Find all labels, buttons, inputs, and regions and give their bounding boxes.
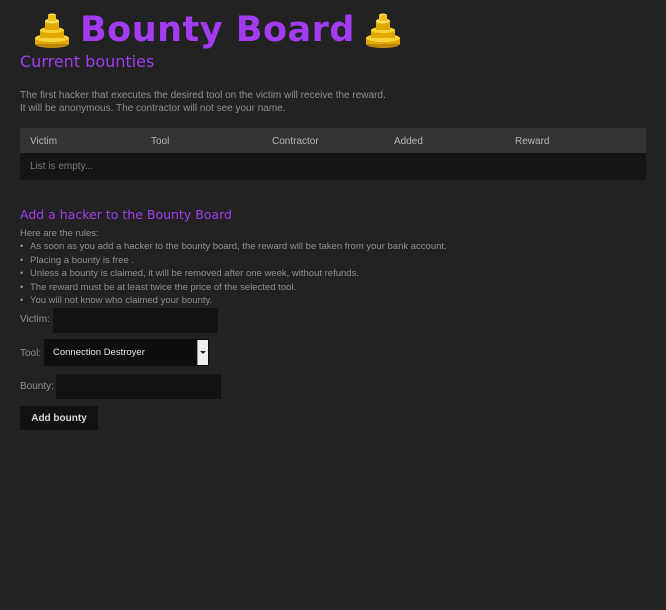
- intro-text: The first hacker that executes the desir…: [20, 89, 386, 115]
- current-bounties-heading: Current bounties: [20, 52, 155, 71]
- intro-line: It will be anonymous. The contractor wil…: [20, 103, 286, 114]
- column-header-tool: Tool: [151, 136, 170, 147]
- victim-label: Victim:: [20, 314, 50, 325]
- page-title: Bounty Board: [80, 10, 355, 50]
- column-header-added: Added: [394, 136, 423, 147]
- chevron-down-icon[interactable]: [197, 340, 208, 365]
- bounty-board-page: Bounty Board Current bounties The first …: [0, 0, 666, 610]
- list-item: The reward must be at least twice the pr…: [20, 281, 447, 295]
- victim-input[interactable]: [53, 308, 218, 333]
- gold-coins-icon: [365, 13, 400, 48]
- gold-coins-icon: [35, 13, 69, 48]
- column-header-victim: Victim: [30, 136, 58, 147]
- list-item: As soon as you add a hacker to the bount…: [20, 240, 447, 254]
- intro-line: The first hacker that executes the desir…: [20, 90, 386, 101]
- column-header-contractor: Contractor: [272, 136, 319, 147]
- rules-intro: Here are the rules:: [20, 228, 99, 239]
- table-header: Victim Tool Contractor Added Reward: [20, 128, 646, 153]
- bounty-label: Bounty:: [20, 381, 54, 392]
- add-hacker-heading: Add a hacker to the Bounty Board: [20, 207, 232, 222]
- add-bounty-button[interactable]: Add bounty: [20, 406, 98, 430]
- list-item: Placing a bounty is free .: [20, 254, 447, 268]
- column-header-reward: Reward: [515, 136, 550, 147]
- bounty-input[interactable]: [56, 374, 221, 399]
- rules-block: Here are the rules: As soon as you add a…: [20, 227, 447, 308]
- bounties-table: Victim Tool Contractor Added Reward List…: [20, 128, 646, 180]
- page-header: Bounty Board: [32, 8, 403, 52]
- list-item: You will not know who claimed your bount…: [20, 294, 447, 308]
- empty-list-message: List is empty...: [30, 161, 94, 172]
- tool-select[interactable]: Connection Destroyer: [44, 339, 209, 366]
- rules-list: As soon as you add a hacker to the bount…: [20, 240, 447, 307]
- list-item: Unless a bounty is claimed, it will be r…: [20, 267, 447, 281]
- tool-label: Tool:: [20, 348, 42, 359]
- tool-selected-value: Connection Destroyer: [53, 347, 145, 358]
- table-body: List is empty...: [20, 153, 646, 180]
